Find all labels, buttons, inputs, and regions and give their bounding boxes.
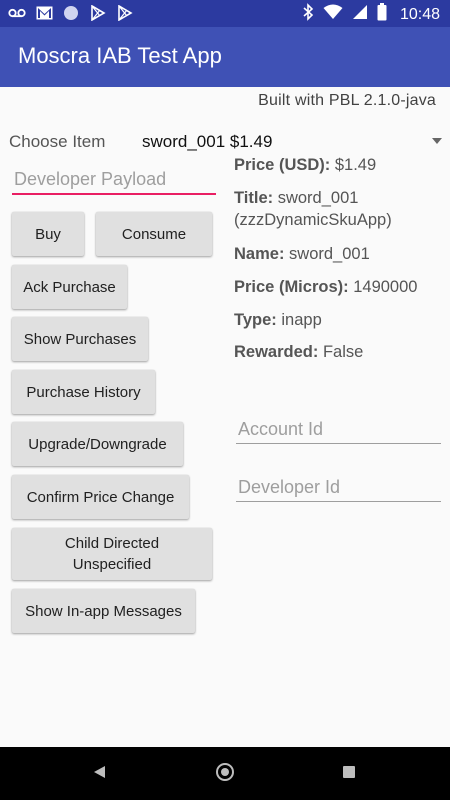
voicemail-icon	[8, 4, 26, 22]
price-micros-value: 1490000	[353, 278, 418, 296]
notification-icons	[8, 4, 134, 22]
type-row: Type: inapp	[234, 309, 322, 331]
system-icons: 10:48	[302, 3, 440, 26]
child-directed-button[interactable]: Child Directed Unspecified	[12, 528, 212, 580]
status-bar: 10:48	[0, 0, 450, 27]
confirm-price-change-button[interactable]: Confirm Price Change	[12, 475, 189, 519]
price-usd-value: $1.49	[334, 156, 377, 174]
circle-icon	[62, 4, 80, 22]
recent-apps-icon[interactable]	[343, 766, 355, 778]
item-spinner-value: sword_001 $1.49	[142, 132, 273, 151]
rewarded-label: Rewarded:	[234, 343, 319, 361]
show-inapp-messages-button[interactable]: Show In-app Messages	[12, 589, 195, 633]
bluetooth-icon	[302, 3, 314, 26]
account-id-input[interactable]	[236, 415, 441, 444]
price-micros-label: Price (Micros):	[234, 278, 349, 296]
name-row: Name: sword_001	[234, 243, 370, 265]
home-icon[interactable]	[216, 763, 234, 781]
title-value-line1: sword_001	[277, 189, 359, 207]
item-spinner[interactable]: sword_001 $1.49	[142, 129, 442, 155]
child-directed-line1: Child Directed	[64, 535, 160, 552]
app-title: Moscra IAB Test App	[18, 43, 222, 68]
child-directed-line2: Unspecified	[72, 556, 152, 573]
upgrade-downgrade-button[interactable]: Upgrade/Downgrade	[12, 422, 183, 466]
name-value: sword_001	[289, 245, 370, 263]
consume-button[interactable]: Consume	[96, 212, 212, 256]
play-store-icon	[116, 4, 134, 22]
back-icon[interactable]	[94, 766, 105, 778]
title-value-line2: (zzzDynamicSkuApp)	[234, 211, 392, 229]
price-usd-row: Price (USD): $1.49	[234, 154, 376, 176]
title-label: Title:	[234, 189, 274, 207]
navigation-bar	[0, 747, 450, 800]
signal-icon	[352, 4, 368, 25]
purchase-history-button[interactable]: Purchase History	[12, 370, 155, 414]
play-store-icon	[89, 4, 107, 22]
ack-purchase-button[interactable]: Ack Purchase	[12, 265, 127, 309]
type-value: inapp	[281, 311, 322, 329]
price-micros-row: Price (Micros): 1490000	[234, 276, 417, 298]
battery-icon	[377, 3, 387, 26]
rewarded-value: False	[322, 343, 364, 361]
wifi-icon	[323, 4, 343, 25]
choose-item-label: Choose Item	[9, 132, 106, 151]
clock: 10:48	[399, 5, 440, 23]
show-purchases-button[interactable]: Show Purchases	[12, 317, 148, 361]
name-label: Name:	[234, 245, 285, 263]
developer-payload-input[interactable]	[12, 165, 216, 195]
price-usd-label: Price (USD):	[234, 156, 331, 174]
gmail-icon	[35, 4, 53, 22]
dropdown-arrow-icon	[432, 138, 442, 144]
developer-id-input[interactable]	[236, 473, 441, 502]
buy-button[interactable]: Buy	[12, 212, 84, 256]
app-bar: Moscra IAB Test App	[0, 27, 450, 87]
built-with-label: Built with PBL 2.1.0-java	[258, 92, 436, 109]
type-label: Type:	[234, 311, 277, 329]
title-row: Title: sword_001 (zzzDynamicSkuApp)	[234, 187, 392, 231]
rewarded-row: Rewarded: False	[234, 341, 363, 363]
